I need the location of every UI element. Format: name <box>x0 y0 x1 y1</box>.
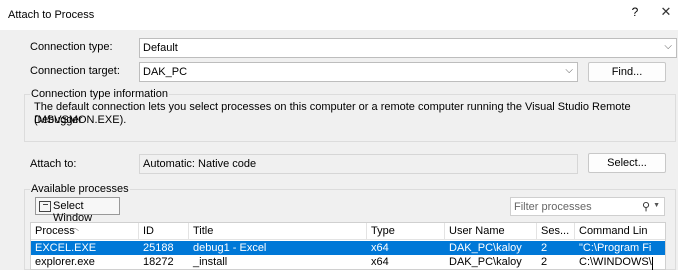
attach-to-field: Automatic: Native code <box>139 154 578 174</box>
window-title: Attach to Process <box>8 9 95 21</box>
filter-processes-input[interactable]: Filter processes ⚲ ▼ <box>510 197 665 216</box>
column-header-type[interactable]: Type <box>367 223 445 240</box>
cell-process: EXCEL.EXE <box>35 242 97 254</box>
cell-id: 25188 <box>143 242 174 254</box>
cell-session: 2 <box>541 242 548 254</box>
connection-target-label: Connection target: <box>30 65 120 77</box>
select-window-icon <box>39 201 51 212</box>
connection-type-value: Default <box>143 42 178 54</box>
column-header-command-line[interactable]: Command Lin <box>575 223 665 240</box>
table-row[interactable]: explorer.exe 18272 _install x64 DAK_PC\k… <box>31 255 665 269</box>
cell-type: x64 <box>371 242 389 254</box>
cell-id: 18272 <box>143 256 174 268</box>
cell-session: 2 <box>541 256 548 268</box>
connection-info-line2: (MSVSMON.EXE). <box>34 114 127 126</box>
attach-to-label: Attach to: <box>30 158 77 170</box>
process-table[interactable]: Process ︿ ID Title Type User Name Ses...… <box>30 222 666 270</box>
column-header-user-name[interactable]: User Name <box>445 223 537 240</box>
available-processes-legend: Available processes <box>30 183 130 195</box>
connection-info-legend: Connection type information <box>30 88 169 100</box>
chevron-down-icon[interactable]: ▼ <box>653 202 660 209</box>
text-cursor <box>652 257 653 270</box>
column-header-process-label: Process <box>35 225 75 237</box>
column-header-process[interactable]: Process ︿ <box>31 223 139 240</box>
help-button[interactable]: ? <box>627 5 643 23</box>
title-bar: Attach to Process ? ✕ <box>0 0 678 30</box>
find-button[interactable]: Find... <box>588 62 666 82</box>
select-window-label: Select Window <box>53 200 93 224</box>
column-header-id[interactable]: ID <box>139 223 189 240</box>
cell-command-line: "C:\Program Fi <box>579 242 652 254</box>
cell-type: x64 <box>371 256 389 268</box>
cell-title: debug1 - Excel <box>193 242 267 254</box>
search-icon[interactable]: ⚲ <box>642 200 650 213</box>
connection-type-label: Connection type: <box>30 41 113 53</box>
connection-type-combo[interactable]: Default ⌵ <box>139 38 677 58</box>
select-code-type-button[interactable]: Select... <box>588 153 666 173</box>
connection-target-value: DAK_PC <box>143 66 188 78</box>
attach-to-value: Automatic: Native code <box>143 158 257 170</box>
cell-user-name: DAK_PC\kaloy <box>449 242 522 254</box>
cell-user-name: DAK_PC\kaloy <box>449 256 522 268</box>
table-header: Process ︿ ID Title Type User Name Ses...… <box>31 223 665 240</box>
cell-title: _install <box>193 256 228 268</box>
filter-processes-placeholder: Filter processes <box>514 201 592 213</box>
select-window-button[interactable]: Select Window <box>35 197 120 224</box>
connection-info-line1: The default connection lets you select p… <box>34 101 631 126</box>
connection-target-combo[interactable]: DAK_PC ⌵ <box>139 62 578 82</box>
chevron-down-icon: ⌵ <box>565 65 573 76</box>
column-header-title[interactable]: Title <box>189 223 367 240</box>
close-button[interactable]: ✕ <box>658 4 674 22</box>
cell-process: explorer.exe <box>35 256 95 268</box>
sort-up-icon: ︿ <box>71 223 79 232</box>
table-row[interactable]: EXCEL.EXE 25188 debug1 - Excel x64 DAK_P… <box>31 241 665 255</box>
column-header-session[interactable]: Ses... <box>537 223 575 240</box>
chevron-down-icon: ⌵ <box>664 41 672 52</box>
